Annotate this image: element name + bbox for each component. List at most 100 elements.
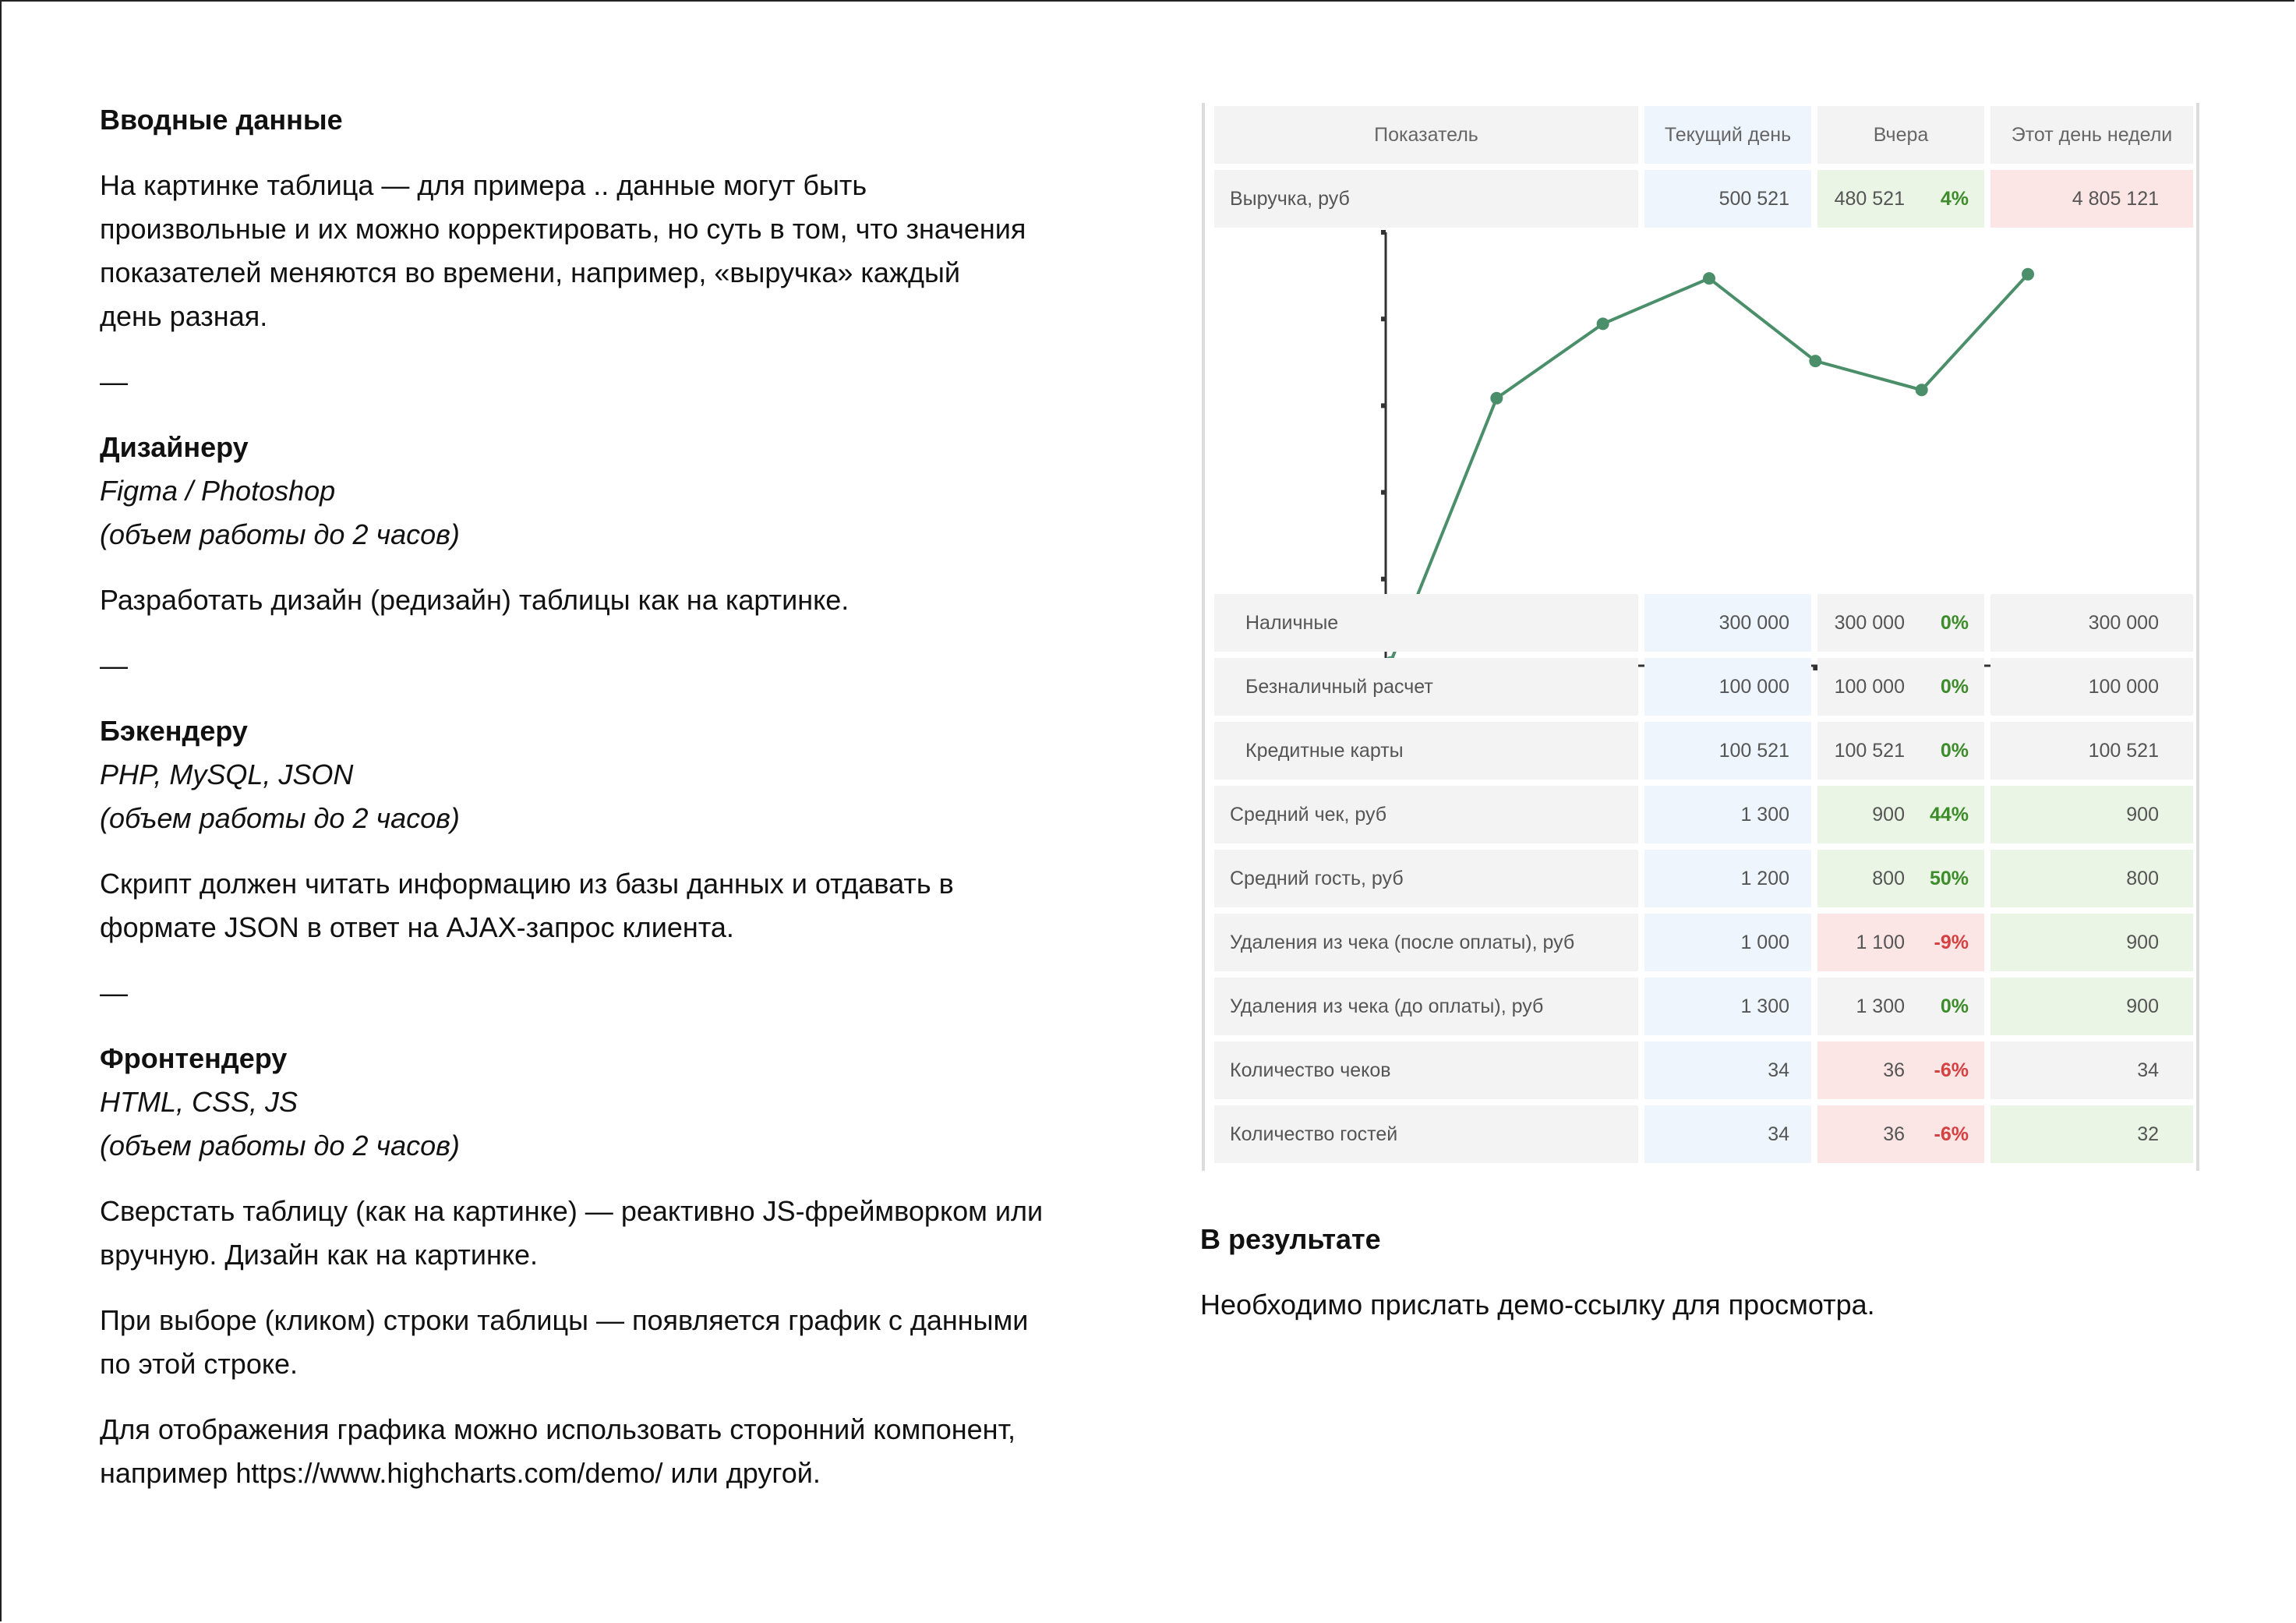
row-yesterday: 100 000 0%: [1817, 658, 1984, 716]
frontend-line: например https://www.highcharts.com/demo…: [100, 1457, 821, 1489]
designer-scope: (объем работы до 2 часов): [100, 518, 460, 550]
separator-dash: —: [100, 977, 128, 1009]
table-row-revenue[interactable]: Выручка, руб 500 521 480 521 4% 4 805 12…: [1214, 170, 2193, 228]
table-row[interactable]: Безналичный расчет 100 000 100 000 0% 100 00…: [1214, 658, 2193, 716]
data-point: [2022, 267, 2034, 281]
row-yesterday: 900 44%: [1817, 786, 1984, 843]
table-row[interactable]: Количество гостей 34 36 -6% 32: [1214, 1105, 2193, 1163]
frontend-line: вручную. Дизайн как на картинке.: [100, 1239, 539, 1271]
row-change-pct: -6%: [1934, 1123, 1969, 1145]
row-week-day: 100 000: [1990, 658, 2193, 716]
metrics-table: Показатель Текущий день Вчера Этот день …: [1202, 103, 2199, 1171]
backend-tools: PHP, MySQL, JSON: [100, 758, 354, 790]
row-change-pct: 0%: [1940, 995, 1969, 1017]
row-yesterday: 300 000 0%: [1817, 594, 1984, 652]
row-week-day: 900: [1990, 786, 2193, 843]
header-label: Показатель: [1214, 106, 1638, 164]
row-yesterday-value: 480 521: [1834, 187, 1905, 210]
row-label: Наличные: [1214, 594, 1638, 652]
row-yesterday: 1 300 0%: [1817, 978, 1984, 1035]
row-week-day: 100 521: [1990, 722, 2193, 780]
frontend-line: Сверстать таблицу (как на картинке) — ре…: [100, 1195, 1044, 1227]
row-week-day: 900: [1990, 978, 2193, 1035]
row-label: Количество гостей: [1214, 1105, 1638, 1163]
row-yesterday: 36 -6%: [1817, 1041, 1984, 1099]
row-label: Средний чек, руб: [1214, 786, 1638, 843]
designer-title: Дизайнеру: [100, 431, 249, 463]
data-point: [1809, 355, 1822, 368]
table-row[interactable]: Кредитные карты 100 521 100 521 0% 100 521: [1214, 722, 2193, 780]
row-week-day: 32: [1990, 1105, 2193, 1163]
row-week-day: 900: [1990, 914, 2193, 971]
row-label: Кредитные карты: [1214, 722, 1638, 780]
frontend-line: Для отображения графика можно использова…: [100, 1413, 1016, 1445]
result-section: В результате Необходимо прислать демо-сс…: [1200, 1218, 2213, 1327]
intro-line: произвольные и их можно корректировать, …: [100, 213, 1026, 245]
row-week-day: 800: [1990, 850, 2193, 907]
row-yesterday: 100 521 0%: [1817, 722, 1984, 780]
table-row[interactable]: Удаления из чека (до оплаты), руб 1 300 1 …: [1214, 978, 2193, 1035]
table-row[interactable]: Средний гость, руб 1 200 800 50% 800: [1214, 850, 2193, 907]
row-current: 300 000: [1644, 594, 1811, 652]
row-yesterday: 1 100 -9%: [1817, 914, 1984, 971]
result-title: В результате: [1200, 1223, 1381, 1255]
row-week-day: 300 000: [1990, 594, 2193, 652]
header-current: Текущий день: [1644, 106, 1811, 164]
result-text: Необходимо прислать демо-ссылку для прос…: [1200, 1289, 1875, 1321]
backend-title: Бэкендеру: [100, 715, 248, 747]
separator-dash: —: [100, 649, 128, 681]
designer-task: Разработать дизайн (редизайн) таблицы ка…: [100, 584, 850, 616]
designer-tools: Figma / Photoshop: [100, 475, 336, 507]
frontend-tools: HTML, CSS, JS: [100, 1086, 298, 1118]
row-current: 1 300: [1644, 978, 1811, 1035]
header-week-day: Этот день недели: [1990, 106, 2193, 164]
data-point: [1490, 391, 1503, 405]
intro-title: Вводные данные: [100, 104, 343, 136]
row-yesterday-value: 36: [1883, 1059, 1905, 1081]
row-label: Количество чеков: [1214, 1041, 1638, 1099]
table-row[interactable]: Удаления из чека (после оплаты), руб 1 00…: [1214, 914, 2193, 971]
row-change-pct: 44%: [1929, 803, 1969, 826]
data-point: [1915, 384, 1928, 397]
row-label: Выручка, руб: [1214, 170, 1638, 228]
data-point: [1703, 272, 1715, 285]
row-change-pct: 4%: [1940, 187, 1969, 210]
table-row[interactable]: Количество чеков 34 36 -6% 34: [1214, 1041, 2193, 1099]
row-yesterday-value: 900: [1872, 803, 1905, 826]
backend-scope: (объем работы до 2 часов): [100, 802, 460, 834]
backend-line: формате JSON в ответ на AJAX-запрос клие…: [100, 911, 734, 943]
frontend-title: Фронтендеру: [100, 1042, 288, 1074]
row-change-pct: 0%: [1940, 675, 1969, 698]
row-label: Удаления из чека (после оплаты), руб: [1214, 914, 1638, 971]
row-change-pct: 0%: [1940, 739, 1969, 762]
row-current: 100 000: [1644, 658, 1811, 716]
row-yesterday: 36 -6%: [1817, 1105, 1984, 1163]
intro-line: На картинке таблица — для примера .. дан…: [100, 169, 867, 201]
row-yesterday-value: 36: [1883, 1123, 1905, 1145]
row-yesterday: 480 521 4%: [1817, 170, 1984, 228]
row-change-pct: -9%: [1934, 931, 1969, 953]
row-week-day: 4 805 121: [1990, 170, 2193, 228]
row-change-pct: 50%: [1929, 867, 1969, 889]
row-current: 1 300: [1644, 786, 1811, 843]
row-label: Удаления из чека (до оплаты), руб: [1214, 978, 1638, 1035]
row-yesterday-value: 100 000: [1834, 675, 1905, 698]
row-yesterday-value: 1 300: [1856, 995, 1905, 1017]
row-current: 1 200: [1644, 850, 1811, 907]
row-current: 34: [1644, 1105, 1811, 1163]
table-row[interactable]: Средний чек, руб 1 300 900 44% 900: [1214, 786, 2193, 843]
row-change-pct: 0%: [1940, 611, 1969, 634]
row-yesterday-value: 300 000: [1834, 611, 1905, 634]
frontend-scope: (объем работы до 2 часов): [100, 1130, 460, 1162]
row-yesterday-value: 1 100: [1856, 931, 1905, 953]
separator-dash: —: [100, 366, 128, 398]
row-yesterday: 800 50%: [1817, 850, 1984, 907]
table-row[interactable]: Наличные 300 000 300 000 0% 300 000: [1214, 594, 2193, 652]
intro-line: показателей меняются во времени, наприме…: [100, 256, 961, 288]
table-header-row: Показатель Текущий день Вчера Этот день …: [1214, 106, 2193, 164]
header-yesterday: Вчера: [1817, 106, 1984, 164]
row-yesterday-value: 100 521: [1834, 739, 1905, 762]
intro-line: день разная.: [100, 300, 268, 332]
row-current: 500 521: [1644, 170, 1811, 228]
row-current: 1 000: [1644, 914, 1811, 971]
